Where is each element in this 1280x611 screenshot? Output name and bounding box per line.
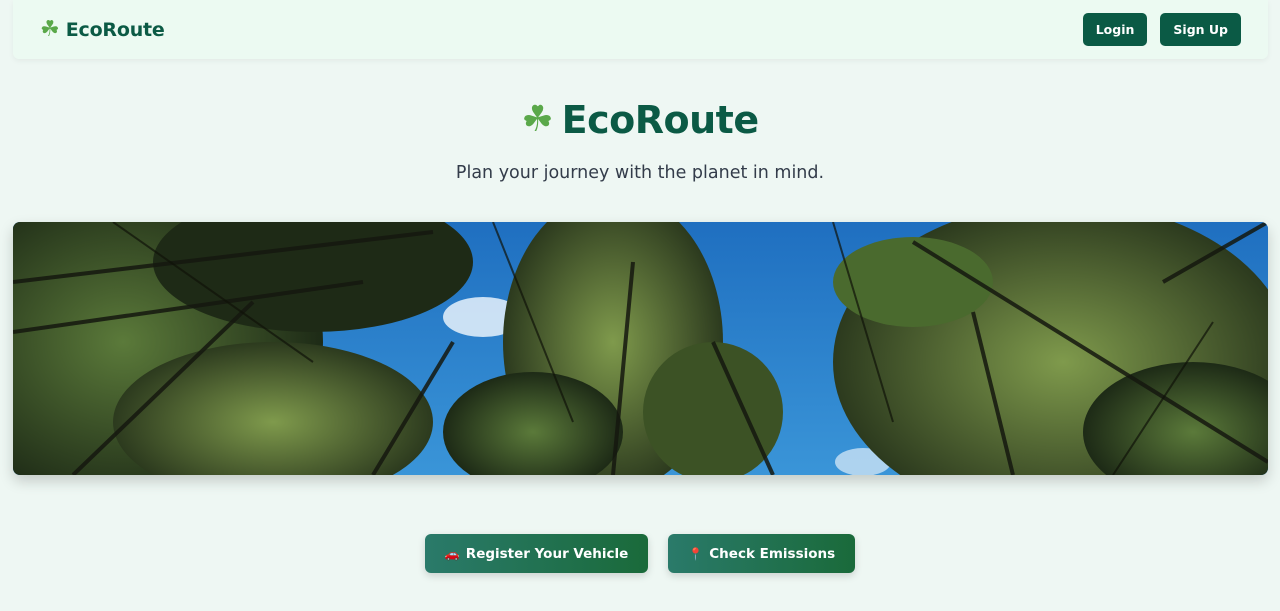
brand-link[interactable]: ☘ EcoRoute [40, 16, 165, 42]
hero-title: ☘ EcoRoute [0, 98, 1280, 142]
brand-name: EcoRoute [65, 18, 165, 41]
signup-button[interactable]: Sign Up [1160, 13, 1241, 46]
forest-canopy-illustration [13, 222, 1268, 475]
shamrock-icon: ☘ [521, 99, 554, 140]
register-vehicle-button[interactable]: 🚗 Register Your Vehicle [424, 534, 649, 573]
register-vehicle-label: Register Your Vehicle [465, 545, 629, 562]
navbar: ☘ EcoRoute Login Sign Up [13, 0, 1268, 59]
check-emissions-button[interactable]: 📍 Check Emissions [668, 534, 856, 573]
hero-heading: EcoRoute [561, 98, 759, 142]
login-button[interactable]: Login [1082, 13, 1148, 46]
nav-actions: Login Sign Up [1082, 13, 1241, 46]
page: ☘ EcoRoute Login Sign Up ☘ EcoRoute Plan… [0, 0, 1280, 611]
hero-tagline: Plan your journey with the planet in min… [455, 163, 825, 183]
action-buttons: 🚗 Register Your Vehicle 📍 Check Emission… [0, 534, 1280, 573]
check-emissions-label: Check Emissions [709, 545, 836, 562]
pin-icon: 📍 [688, 546, 704, 561]
shamrock-icon: ☘ [40, 16, 60, 42]
forest-banner-image [13, 222, 1268, 475]
car-icon: 🚗 [444, 546, 460, 561]
